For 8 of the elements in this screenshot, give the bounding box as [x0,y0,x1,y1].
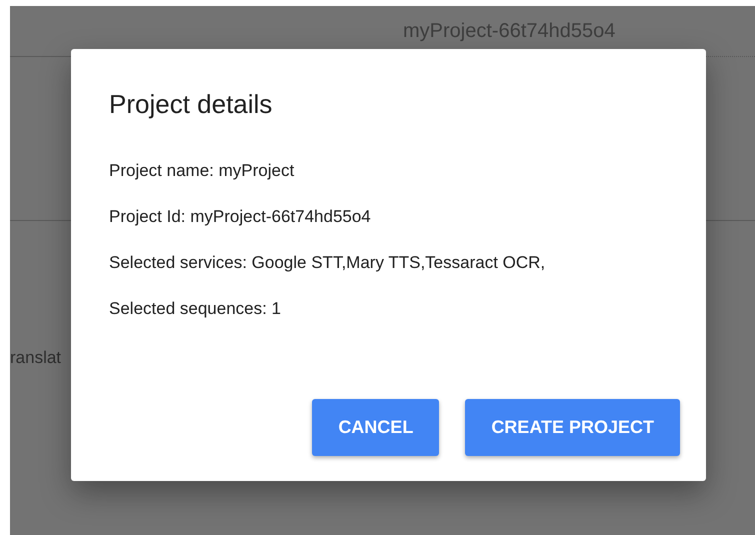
create-project-button[interactable]: CREATE PROJECT [465,399,680,456]
detail-text: Selected services: Google STT,Mary TTS,Tessaract OCR, [109,252,546,274]
partial-label: ranslat [10,347,62,369]
cancel-button[interactable]: CANCEL [312,399,440,456]
detail-text: Project name: myProject [109,160,294,182]
dialog-title: Project details [109,89,272,119]
detail-text: Selected sequences: 1 [109,298,282,320]
detail-text: Project Id: myProject-66t74hd55o4 [109,206,371,228]
